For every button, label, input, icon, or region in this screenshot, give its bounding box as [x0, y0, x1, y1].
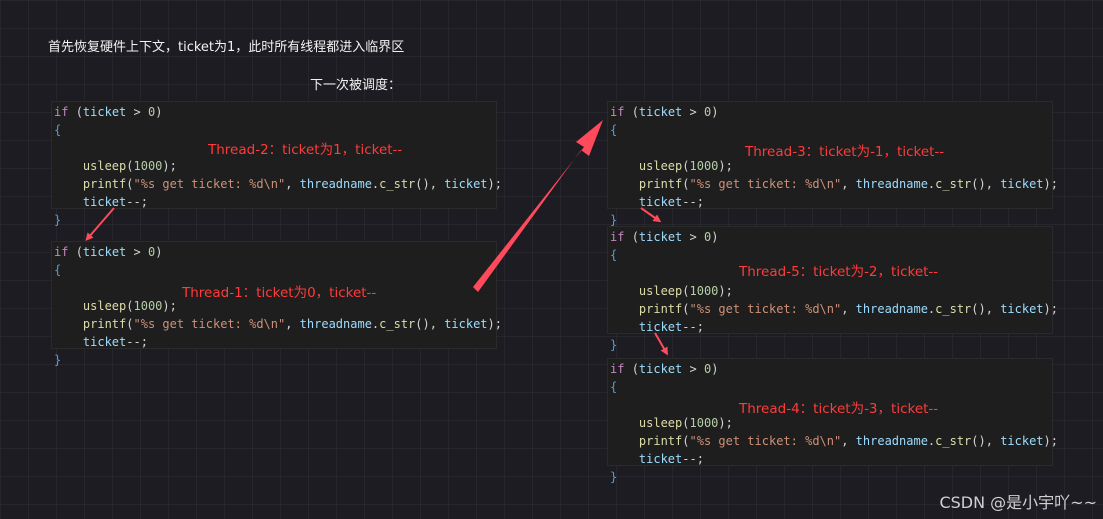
arrow-thread2-to-thread1 — [85, 207, 115, 242]
flow-arrows — [85, 120, 669, 356]
arrow-thread5-to-thread4 — [654, 332, 669, 356]
arrow-thread3-to-thread5 — [640, 207, 662, 223]
arrow-thread1-to-thread3 — [473, 120, 603, 292]
watermark: CSDN @是小宇吖~~ — [939, 493, 1097, 512]
